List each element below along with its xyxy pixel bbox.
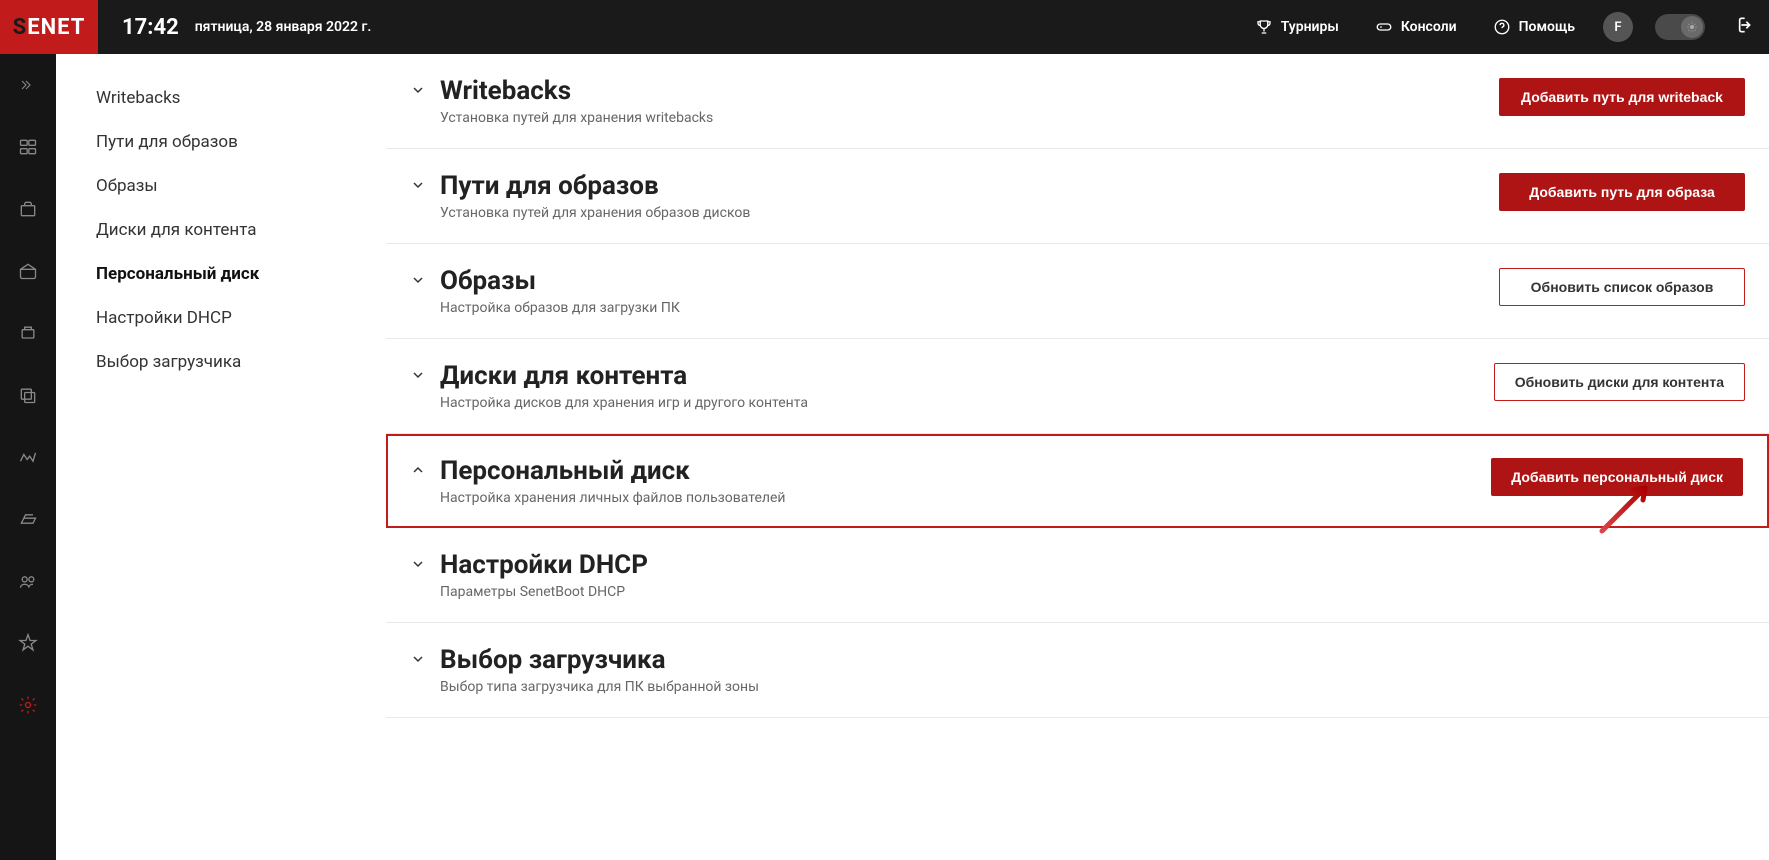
section-title: Персональный диск xyxy=(440,456,1491,486)
section-button-4[interactable]: Добавить персональный диск xyxy=(1491,458,1743,496)
clock-time: 17:42 xyxy=(122,15,179,40)
section-button-1[interactable]: Добавить путь для образа xyxy=(1499,173,1745,211)
section-action: Добавить путь для образа xyxy=(1499,173,1745,211)
subnav-item-6[interactable]: Выбор загрузчика xyxy=(56,340,386,384)
help-icon xyxy=(1493,18,1511,36)
section-title: Пути для образов xyxy=(440,171,1499,201)
logout-button[interactable] xyxy=(1717,15,1769,39)
top-help[interactable]: Помощь xyxy=(1475,0,1593,54)
subnav-item-0[interactable]: Writebacks xyxy=(56,76,386,120)
top-consoles[interactable]: Консоли xyxy=(1357,0,1475,54)
section-body: Персональный диск Настройка хранения личн… xyxy=(440,456,1491,506)
chevron-down-icon[interactable] xyxy=(404,82,432,98)
main-content: Writebacks Установка путей для хранения w… xyxy=(386,54,1769,718)
section-button-2[interactable]: Обновить список образов xyxy=(1499,268,1745,306)
section-subtitle: Параметры SenetBoot DHCP xyxy=(440,584,1745,600)
section-button-0[interactable]: Добавить путь для writeback xyxy=(1499,78,1745,116)
chevron-down-icon[interactable] xyxy=(404,556,432,572)
section-2: Образы Настройка образов для загрузки ПКО… xyxy=(386,244,1769,339)
toggle-knob xyxy=(1681,16,1703,38)
chevron-down-icon[interactable] xyxy=(404,177,432,193)
brand-logo[interactable]: SENET xyxy=(0,0,98,54)
top-tournaments[interactable]: Турниры xyxy=(1237,0,1357,54)
subnav-item-2[interactable]: Образы xyxy=(56,164,386,208)
section-body: Пути для образов Установка путей для хран… xyxy=(440,171,1499,221)
sidebar-item-1[interactable] xyxy=(0,116,56,178)
avatar-letter: F xyxy=(1614,20,1621,35)
avatar[interactable]: F xyxy=(1603,12,1633,42)
section-4: Персональный диск Настройка хранения личн… xyxy=(386,434,1769,528)
section-subtitle: Настройка хранения личных файлов пользов… xyxy=(440,490,1491,506)
section-5: Настройки DHCP Параметры SenetBoot DHCP xyxy=(386,528,1769,623)
section-button-3[interactable]: Обновить диски для контента xyxy=(1494,363,1745,401)
sidebar-expand[interactable] xyxy=(0,54,56,116)
section-subtitle: Настройка дисков для хранения игр и друг… xyxy=(440,395,1494,411)
section-title: Образы xyxy=(440,266,1499,296)
chevron-down-icon[interactable] xyxy=(404,272,432,288)
topbar: SENET 17:42 пятница, 28 января 2022 г. Т… xyxy=(0,0,1769,54)
subnav-item-4[interactable]: Персональный диск xyxy=(56,252,386,296)
sidebar-item-5[interactable] xyxy=(0,364,56,426)
subnav-item-5[interactable]: Настройки DHCP xyxy=(56,296,386,340)
trophy-icon xyxy=(1255,18,1273,36)
section-subtitle: Установка путей для хранения writebacks xyxy=(440,110,1499,126)
section-3: Диски для контента Настройка дисков для х… xyxy=(386,339,1769,434)
chevron-up-icon[interactable] xyxy=(404,462,432,478)
gamepad-icon xyxy=(1375,18,1393,36)
sidebar-item-4[interactable] xyxy=(0,302,56,364)
theme-toggle[interactable] xyxy=(1655,14,1705,40)
section-1: Пути для образов Установка путей для хран… xyxy=(386,149,1769,244)
sidebar-item-6[interactable] xyxy=(0,426,56,488)
section-title: Выбор загрузчика xyxy=(440,645,1745,675)
section-subtitle: Установка путей для хранения образов дис… xyxy=(440,205,1499,221)
section-6: Выбор загрузчика Выбор типа загрузчика дл… xyxy=(386,623,1769,718)
section-action: Обновить диски для контента xyxy=(1494,363,1745,401)
top-help-label: Помощь xyxy=(1519,19,1575,35)
section-action: Обновить список образов xyxy=(1499,268,1745,306)
section-action: Добавить персональный диск xyxy=(1491,458,1743,496)
section-body: Образы Настройка образов для загрузки ПК xyxy=(440,266,1499,316)
top-tournaments-label: Турниры xyxy=(1281,19,1339,35)
chevron-down-icon[interactable] xyxy=(404,367,432,383)
section-0: Writebacks Установка путей для хранения w… xyxy=(386,54,1769,149)
section-title: Writebacks xyxy=(440,76,1499,106)
sidebar-item-8[interactable] xyxy=(0,550,56,612)
section-title: Диски для контента xyxy=(440,361,1494,391)
section-body: Настройки DHCP Параметры SenetBoot DHCP xyxy=(440,550,1745,600)
sub-navigation: WritebacksПути для образовОбразыДиски дл… xyxy=(56,54,386,860)
left-sidebar xyxy=(0,54,56,860)
sidebar-item-9[interactable] xyxy=(0,612,56,674)
section-body: Выбор загрузчика Выбор типа загрузчика дл… xyxy=(440,645,1745,695)
sidebar-item-settings[interactable] xyxy=(0,674,56,736)
clock-date: пятница, 28 января 2022 г. xyxy=(195,19,372,35)
subnav-item-3[interactable]: Диски для контента xyxy=(56,208,386,252)
section-title: Настройки DHCP xyxy=(440,550,1745,580)
sidebar-item-7[interactable] xyxy=(0,488,56,550)
section-action: Добавить путь для writeback xyxy=(1499,78,1745,116)
logout-icon xyxy=(1733,15,1753,35)
section-subtitle: Выбор типа загрузчика для ПК выбранной з… xyxy=(440,679,1745,695)
sidebar-item-2[interactable] xyxy=(0,178,56,240)
chevron-down-icon[interactable] xyxy=(404,651,432,667)
sidebar-item-3[interactable] xyxy=(0,240,56,302)
section-subtitle: Настройка образов для загрузки ПК xyxy=(440,300,1499,316)
section-body: Writebacks Установка путей для хранения w… xyxy=(440,76,1499,126)
top-consoles-label: Консоли xyxy=(1401,19,1457,35)
subnav-item-1[interactable]: Пути для образов xyxy=(56,120,386,164)
section-body: Диски для контента Настройка дисков для х… xyxy=(440,361,1494,411)
